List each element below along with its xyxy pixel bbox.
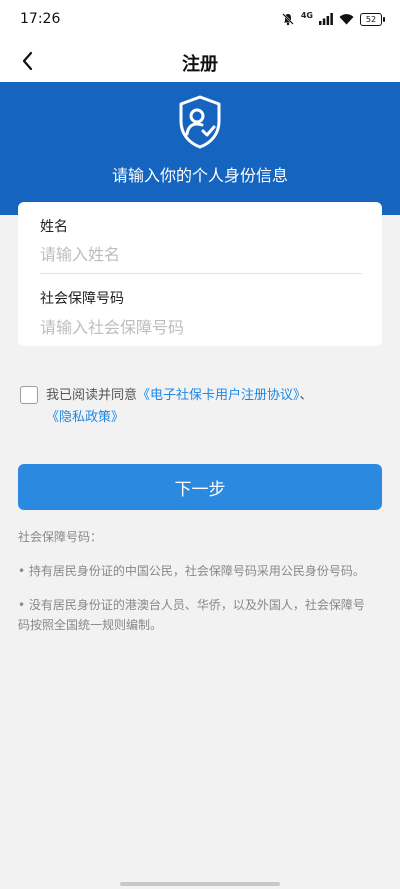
status-time: 17:26 — [20, 11, 61, 27]
next-button[interactable]: 下一步 — [18, 464, 382, 510]
privacy-policy-link[interactable]: 《隐私政策》 — [46, 410, 124, 425]
status-icons: 4G 52 — [281, 10, 385, 26]
notes-item: • 持有居民身份证的中国公民，社会保障号码采用公民身份号码。 — [18, 564, 365, 578]
signal-icon — [319, 13, 333, 25]
battery-level: 52 — [365, 14, 377, 24]
field-divider — [40, 273, 362, 274]
status-bar: 17:26 4G 52 — [0, 0, 400, 40]
agreement-text: 我已阅读并同意《电子社保卡用户注册协议》、《隐私政策》 — [46, 385, 380, 429]
shield-user-check-icon — [179, 95, 221, 149]
page-title: 注册 — [182, 54, 218, 75]
agreement-prefix: 我已阅读并同意 — [46, 388, 138, 403]
hero-text: 请输入你的个人身份信息 — [111, 166, 288, 185]
ssn-notes: 社会保障号码： • 持有居民身份证的中国公民，社会保障号码采用公民身份号码。 •… — [18, 527, 376, 649]
home-indicator[interactable] — [120, 882, 280, 886]
identity-form-card: 姓名 社会保障号码 — [18, 202, 382, 346]
user-agreement-link[interactable]: 《电子社保卡用户注册协议》 — [137, 388, 300, 403]
agreement-checkbox[interactable] — [20, 386, 38, 404]
battery-icon: 52 — [360, 12, 385, 26]
mute-icon — [282, 13, 294, 26]
name-label: 姓名 — [40, 219, 68, 235]
agreement-separator: 、 — [299, 388, 313, 403]
ssn-label: 社会保障号码 — [40, 291, 124, 307]
notes-title: 社会保障号码： — [18, 530, 103, 544]
nav-bar: 注册 — [0, 40, 400, 82]
notes-item: • 没有居民身份证的港澳台人员、华侨，以及外国人，社会保障号码按照全国统一规则编… — [18, 598, 365, 632]
network-type: 4G — [300, 10, 313, 20]
ssn-input[interactable] — [40, 313, 360, 341]
hero-banner: 请输入你的个人身份信息 — [0, 82, 400, 215]
name-input[interactable] — [40, 240, 360, 268]
wifi-icon — [339, 14, 354, 25]
